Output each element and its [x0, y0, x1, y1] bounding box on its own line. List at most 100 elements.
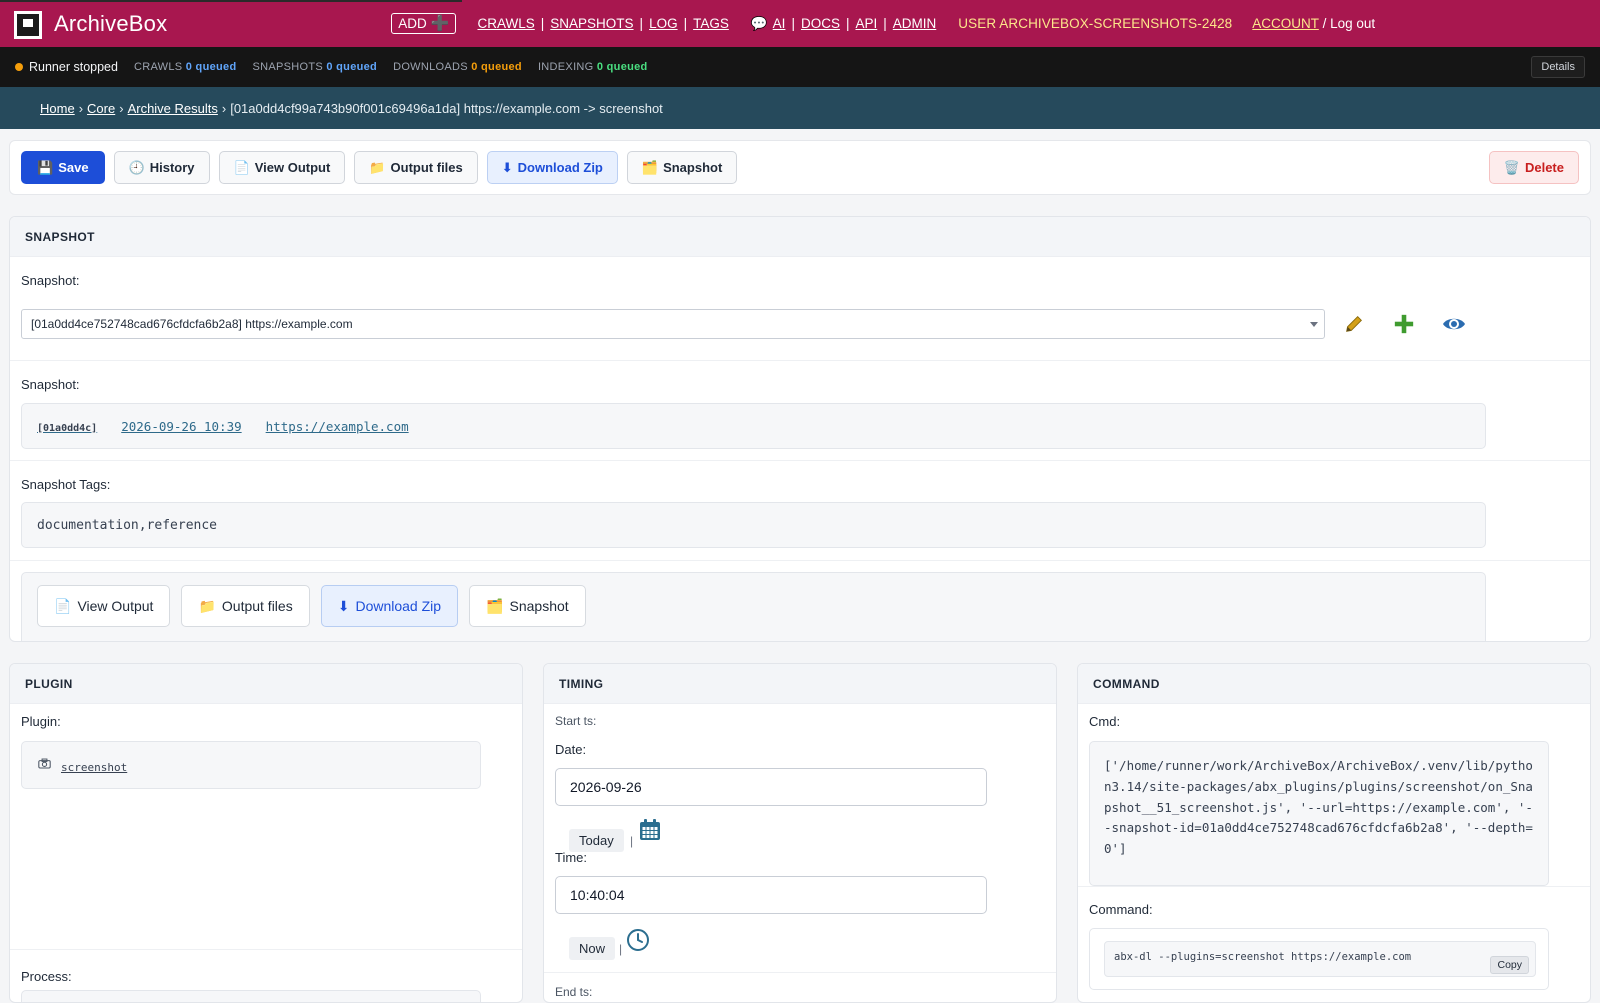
trash-icon: 🗑️ [1503, 159, 1520, 175]
snapshot-actions-row: 📄 View Output 📁 Output files ⬇ Download Zip… [10, 561, 1590, 641]
breadcrumb-current: [01a0dd4cf99a743b90f001c69496a1da] https… [230, 100, 663, 116]
snapshot-download-zip-button[interactable]: ⬇ Download Zip [320, 585, 459, 627]
runner-status-dot-icon [15, 63, 23, 71]
breadcrumb: Home › Core › Archive Results › [01a0dd4cf9… [0, 87, 1600, 129]
nav-snapshots[interactable]: SNAPSHOTS [550, 16, 633, 31]
floppy-disk-icon: 💾 [37, 159, 54, 175]
today-button[interactable]: Today [569, 829, 624, 852]
plus-icon: ➕ [430, 15, 450, 32]
snapshot-section-title: SNAPSHOT [10, 217, 1590, 257]
timing-fieldset: TIMING Start ts: Date: 2026-09-26 Today … [543, 663, 1057, 1003]
chevron-down-icon[interactable] [1310, 322, 1318, 327]
command-value: abx-dl --plugins=screenshot https://exam… [1104, 941, 1536, 977]
breadcrumb-archive-results[interactable]: Archive Results [128, 101, 218, 116]
snapshot-select-value: [01a0dd4ce752748cad676cfdcfa6b2a8] https… [31, 317, 353, 331]
snapshot-select-row: Snapshot: [01a0dd4ce752748cad676cfdcfa6b… [10, 257, 1590, 361]
user-label: USER ARCHIVEBOX-SCREENSHOTS-2428 [958, 16, 1233, 31]
snapshot-button[interactable]: 🗂️ Snapshot [626, 151, 738, 184]
start-date-input[interactable]: 2026-09-26 [555, 768, 987, 806]
top-header: ArchiveBox ADD ➕ CRAWLS | SNAPSHOTS | LOG |… [0, 0, 1600, 47]
plugin-divider [10, 949, 522, 950]
cmd-label: Cmd: [1089, 714, 1121, 729]
indexing-queue-stat: INDEXING 0 queued [537, 61, 648, 73]
download-arrow-icon: ⬇ [501, 159, 513, 175]
details-button[interactable]: Details [1531, 56, 1585, 78]
account-link[interactable]: ACCOUNT [1252, 16, 1319, 31]
snapshot-tags-label: Snapshot Tags: [21, 477, 111, 492]
snapshot-snapshot-button[interactable]: 🗂️ Snapshot [469, 585, 586, 627]
view-output-button[interactable]: 📄 View Output [218, 151, 346, 184]
plugin-name-link[interactable]: screenshot [61, 761, 127, 774]
primary-nav: CRAWLS | SNAPSHOTS | LOG | TAGS [477, 16, 729, 31]
runner-status: Runner stopped [29, 60, 118, 74]
breadcrumb-home[interactable]: Home [40, 101, 75, 116]
calendar-icon[interactable] [638, 818, 662, 845]
command-fieldset: COMMAND Cmd: ['/home/runner/work/Archive… [1077, 663, 1591, 1003]
card-index-icon: 🗂️ [486, 597, 504, 614]
nav-crawls[interactable]: CRAWLS [477, 16, 534, 31]
crawls-queue-stat: CRAWLS 0 queued [133, 61, 237, 73]
card-index-icon: 🗂️ [641, 159, 659, 175]
start-ts-label: Start ts: [555, 714, 597, 728]
download-zip-button[interactable]: ⬇ Download Zip [486, 151, 618, 184]
plugin-field-label: Plugin: [21, 714, 61, 729]
separator: | [619, 942, 623, 956]
snapshot-field-label: Snapshot: [21, 273, 80, 288]
view-eye-icon[interactable] [1441, 311, 1467, 337]
snapshot-view-output-button[interactable]: 📄 View Output [37, 585, 171, 627]
nav-admin[interactable]: ADMIN [893, 16, 937, 31]
date-label: Date: [555, 742, 587, 757]
snapshots-queue-stat: SNAPSHOTS 0 queued [252, 61, 378, 73]
plugin-section-title: PLUGIN [10, 664, 522, 704]
add-plus-icon[interactable] [1391, 311, 1417, 337]
nav-api[interactable]: API [855, 16, 877, 31]
nav-ai[interactable]: AI [773, 16, 786, 31]
output-files-button[interactable]: 📁 Output files [354, 151, 478, 184]
command-value-wrapper: abx-dl --plugins=screenshot https://exam… [1089, 928, 1549, 990]
nav-tags[interactable]: TAGS [693, 16, 729, 31]
secondary-nav: 💬 AI | DOCS | API | ADMIN [750, 15, 937, 32]
snapshot-select[interactable]: [01a0dd4ce752748cad676cfdcfa6b2a8] https… [21, 309, 1325, 339]
download-arrow-icon: ⬇ [337, 597, 350, 614]
snapshot-link-label: Snapshot: [21, 377, 80, 392]
logout-link[interactable]: / Log out [1319, 16, 1376, 31]
plugin-value-box: screenshot [21, 741, 481, 789]
status-bar: Runner stopped CRAWLS 0 queued SNAPSHOTS… [0, 47, 1600, 87]
add-button[interactable]: ADD ➕ [391, 13, 457, 34]
document-icon: 📄 [54, 597, 72, 614]
breadcrumb-core[interactable]: Core [87, 101, 115, 116]
snapshot-output-files-button[interactable]: 📁 Output files [181, 585, 310, 627]
brand-title[interactable]: ArchiveBox [54, 11, 167, 37]
separator: | [630, 834, 634, 848]
edit-pencil-icon[interactable] [1341, 311, 1367, 337]
plugin-fieldset: PLUGIN Plugin: screenshot Process: [9, 663, 523, 1003]
process-field-label: Process: [21, 969, 72, 984]
chat-icon: 💬 [750, 15, 768, 31]
process-value-box [21, 990, 481, 1002]
now-button[interactable]: Now [569, 937, 616, 960]
command-label: Command: [1089, 902, 1153, 917]
snapshot-link[interactable]: [01a0dd4c] 2026-09-26 10:39 https://exampl… [37, 419, 409, 434]
timing-section-title: TIMING [544, 664, 1056, 704]
copy-button[interactable]: Copy [1490, 956, 1529, 974]
add-button-label: ADD [398, 16, 427, 31]
snapshot-tags-value: documentation,reference [21, 502, 1486, 548]
start-time-input[interactable]: 10:40:04 [555, 876, 987, 914]
clock-icon[interactable] [626, 928, 650, 955]
archivebox-logo-icon[interactable] [14, 10, 42, 39]
command-divider [1078, 886, 1590, 887]
folder-icon: 📁 [198, 597, 216, 614]
folder-icon: 📁 [369, 159, 386, 175]
loading-bar [0, 0, 462, 2]
nav-docs[interactable]: DOCS [801, 16, 840, 31]
nav-log[interactable]: LOG [649, 16, 678, 31]
camera-icon [38, 757, 51, 772]
snapshot-actions-box: 📄 View Output 📁 Output files ⬇ Download Zip… [21, 572, 1486, 641]
save-button[interactable]: 💾 Save [21, 151, 105, 184]
end-ts-label: End ts: [555, 985, 593, 999]
delete-button[interactable]: 🗑️ Delete [1488, 151, 1579, 184]
time-label: Time: [555, 850, 588, 865]
snapshot-tags-row: Snapshot Tags: documentation,reference [10, 461, 1590, 561]
downloads-queue-stat: DOWNLOADS 0 queued [393, 61, 522, 73]
history-button[interactable]: 🕘 History [113, 151, 210, 184]
